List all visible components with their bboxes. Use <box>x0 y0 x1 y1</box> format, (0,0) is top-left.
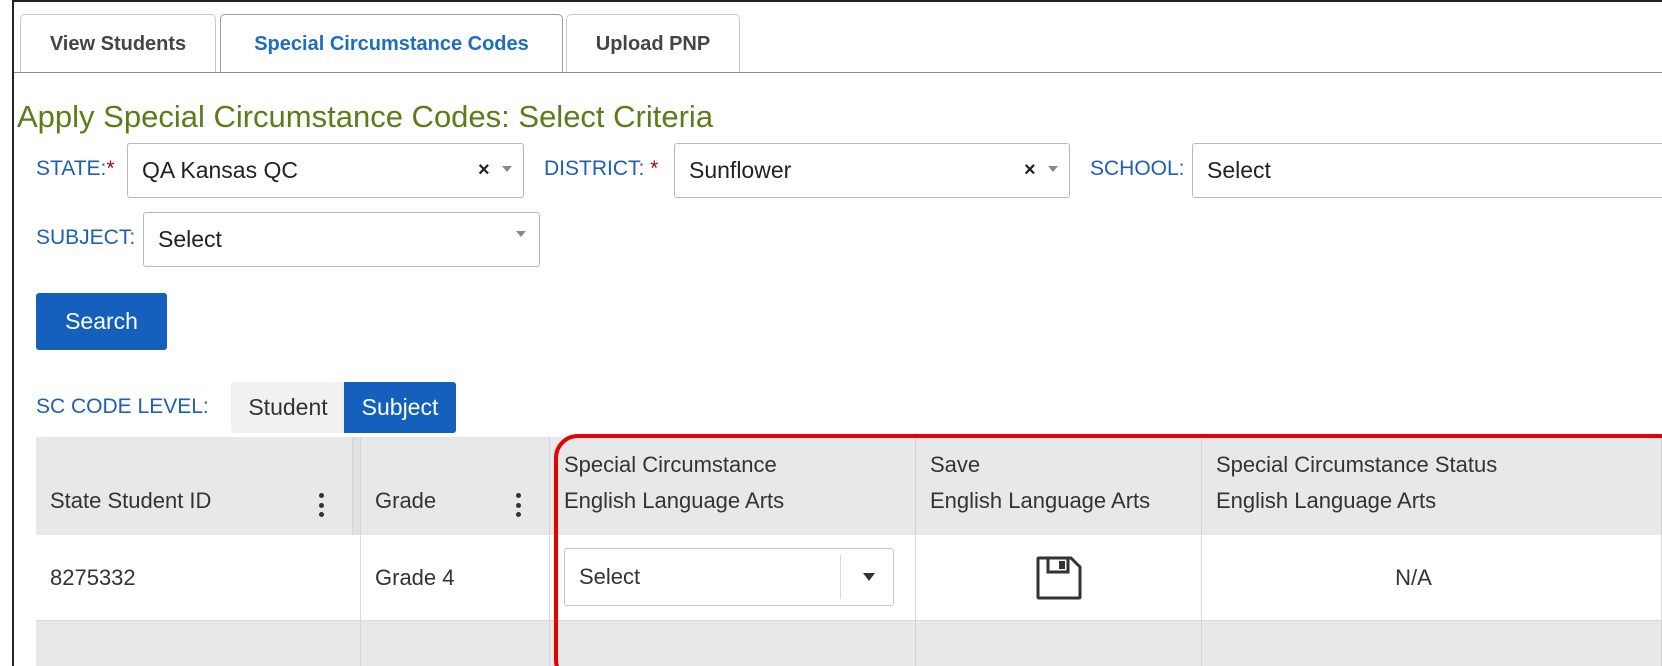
subject-select[interactable]: Select <box>143 212 540 267</box>
tab-upload-pnp[interactable]: Upload PNP <box>566 14 740 73</box>
column-header-grade[interactable]: Grade <box>361 437 550 535</box>
cell-grade: Grade 4 <box>361 535 550 621</box>
tab-special-circumstance-codes[interactable]: Special Circumstance Codes <box>220 14 563 73</box>
table-row <box>36 621 361 666</box>
page-title: Apply Special Circumstance Codes: Select… <box>17 99 714 134</box>
students-grid: State Student ID Grade Special Circumsta… <box>36 437 1662 666</box>
table-row <box>916 621 1202 666</box>
column-header-special-circumstance-ela[interactable]: Special Circumstance English Language Art… <box>550 437 916 535</box>
cell-save <box>916 535 1202 621</box>
cell-state-student-id: 8275332 <box>36 535 361 621</box>
district-select-value: Sunflower <box>689 157 792 183</box>
state-select[interactable]: QA Kansas QC × <box>127 143 524 198</box>
subject-label: SUBJECT: <box>36 226 136 249</box>
column-header-sc-status-ela[interactable]: Special Circumstance Status English Langu… <box>1202 437 1662 535</box>
column-menu-icon[interactable] <box>515 493 521 517</box>
chevron-down-icon[interactable] <box>502 166 512 172</box>
cell-special-circumstance: Select <box>550 535 916 621</box>
school-select[interactable]: Select <box>1192 143 1662 198</box>
sc-level-student-option[interactable]: Student <box>231 382 345 433</box>
school-label: SCHOOL: <box>1090 157 1185 180</box>
state-select-value: QA Kansas QC <box>142 157 298 183</box>
sc-select-value: Select <box>579 564 641 589</box>
tab-divider <box>14 72 1662 73</box>
tab-view-students[interactable]: View Students <box>20 14 216 73</box>
table-row <box>550 621 916 666</box>
search-button[interactable]: Search <box>36 293 167 350</box>
district-select[interactable]: Sunflower × <box>674 143 1070 198</box>
column-resize-handle[interactable] <box>353 437 361 535</box>
special-circumstance-select[interactable]: Select <box>564 548 894 606</box>
state-label: STATE:* <box>36 157 115 180</box>
subject-select-value: Select <box>158 226 222 252</box>
column-header-save-ela[interactable]: Save English Language Arts <box>916 437 1202 535</box>
select-separator <box>840 555 841 599</box>
clear-icon[interactable]: × <box>478 159 490 182</box>
cell-sc-status: N/A <box>1202 535 1662 621</box>
sc-code-level-label: SC CODE LEVEL: <box>36 395 209 418</box>
column-menu-icon[interactable] <box>318 493 324 517</box>
clear-icon[interactable]: × <box>1024 159 1036 182</box>
floppy-disk-icon[interactable] <box>1035 555 1083 601</box>
table-row <box>361 621 550 666</box>
table-row <box>1202 621 1662 666</box>
school-select-value: Select <box>1207 157 1271 183</box>
column-header-state-student-id[interactable]: State Student ID <box>36 437 353 535</box>
chevron-down-icon[interactable] <box>516 231 526 237</box>
sc-level-subject-option[interactable]: Subject <box>344 382 456 433</box>
chevron-down-icon[interactable] <box>1048 166 1058 172</box>
district-label: DISTRICT: * <box>544 157 659 180</box>
chevron-down-icon[interactable] <box>863 573 875 581</box>
